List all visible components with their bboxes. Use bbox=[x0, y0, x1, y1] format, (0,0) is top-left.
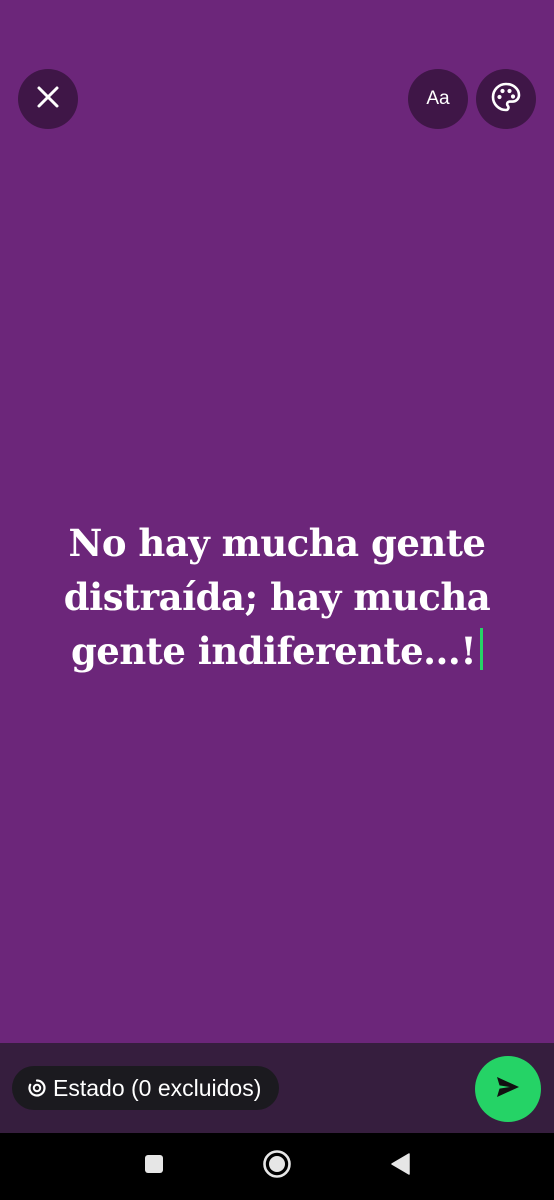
recents-button[interactable] bbox=[134, 1133, 174, 1200]
status-text-line: gente indiferente...! bbox=[70, 629, 477, 673]
triangle-back-icon bbox=[389, 1152, 411, 1181]
send-button[interactable] bbox=[475, 1056, 541, 1122]
palette-icon bbox=[490, 81, 522, 118]
font-style-button[interactable]: Aa bbox=[408, 69, 468, 129]
status-editor-screen: Aa No hay mucha gente distraída; hay muc… bbox=[0, 0, 554, 1200]
status-text-line: No hay mucha gente bbox=[68, 521, 486, 565]
text-caret bbox=[480, 628, 484, 670]
close-icon bbox=[35, 84, 61, 115]
status-text-line-last: gente indiferente...! bbox=[20, 624, 534, 678]
audience-label: Estado (0 excluidos) bbox=[53, 1074, 262, 1101]
square-icon bbox=[144, 1154, 164, 1179]
status-text-line: distraída; hay mucha bbox=[63, 575, 491, 619]
bottom-bar: Estado (0 excluidos) bbox=[0, 1043, 554, 1133]
back-button[interactable] bbox=[380, 1133, 420, 1200]
status-ring-icon bbox=[28, 1079, 46, 1097]
font-style-label: Aa bbox=[426, 88, 450, 109]
audience-selector-chip[interactable]: Estado (0 excluidos) bbox=[12, 1066, 280, 1110]
color-palette-button[interactable] bbox=[476, 69, 536, 129]
status-text-input[interactable]: No hay mucha gente distraída; hay mucha … bbox=[20, 516, 534, 678]
circle-icon bbox=[262, 1149, 292, 1184]
close-button[interactable] bbox=[18, 69, 78, 129]
send-icon bbox=[495, 1075, 521, 1104]
system-navigation-bar bbox=[0, 1133, 554, 1200]
home-button[interactable] bbox=[256, 1133, 298, 1200]
